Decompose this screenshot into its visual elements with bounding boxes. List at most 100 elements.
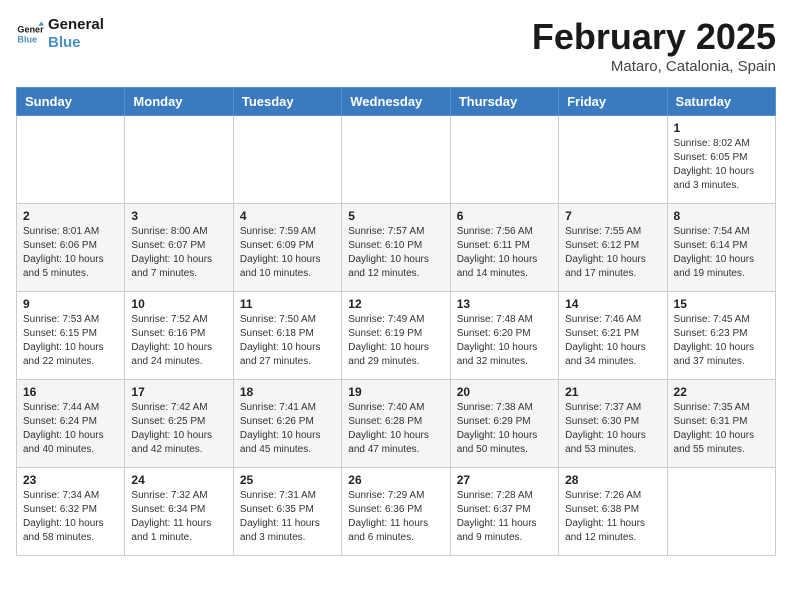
- calendar-header-saturday: Saturday: [667, 88, 775, 116]
- calendar-week-3: 9Sunrise: 7:53 AM Sunset: 6:15 PM Daylig…: [17, 292, 776, 380]
- logo-blue: Blue: [48, 34, 104, 52]
- calendar-cell: 17 Sunrise: 7:42 AM Sunset: 6:25 PM Dayli…: [125, 380, 233, 468]
- day-number: 20: [457, 385, 552, 399]
- day-number: 11: [240, 297, 335, 311]
- calendar-cell: [125, 116, 233, 204]
- day-number: 1: [674, 121, 769, 135]
- calendar-cell: 3 Sunrise: 8:00 AM Sunset: 6:07 PM Daylig…: [125, 204, 233, 292]
- calendar-week-5: 23Sunrise: 7:34 AM Sunset: 6:32 PM Dayli…: [17, 468, 776, 556]
- calendar-cell: 5Sunrise: 7:57 AM Sunset: 6:10 PM Daylig…: [342, 204, 450, 292]
- day-number: 28: [565, 473, 660, 487]
- day-info: Sunrise: 7:48 AM Sunset: 6:20 PM Dayligh…: [457, 313, 552, 369]
- day-info: Sunrise: 7:37 AM Sunset: 6:30 PM Dayligh…: [565, 401, 660, 457]
- calendar-week-2: 2 Sunrise: 8:01 AM Sunset: 6:06 PM Daylig…: [17, 204, 776, 292]
- title-block: February 2025 Mataro, Catalonia, Spain: [532, 16, 776, 75]
- calendar-cell: 7 Sunrise: 7:55 AM Sunset: 6:12 PM Daylig…: [559, 204, 667, 292]
- day-info: Sunrise: 7:42 AM Sunset: 6:25 PM Dayligh…: [131, 401, 226, 457]
- calendar-cell: 15 Sunrise: 7:45 AM Sunset: 6:23 PM Dayli…: [667, 292, 775, 380]
- day-info: Sunrise: 7:46 AM Sunset: 6:21 PM Dayligh…: [565, 313, 660, 369]
- calendar-cell: [450, 116, 558, 204]
- day-info: Sunrise: 7:50 AM Sunset: 6:18 PM Dayligh…: [240, 313, 335, 369]
- day-number: 26: [348, 473, 443, 487]
- calendar-cell: 20 Sunrise: 7:38 AM Sunset: 6:29 PM Dayli…: [450, 380, 558, 468]
- day-info: Sunrise: 8:00 AM Sunset: 6:07 PM Dayligh…: [131, 225, 226, 281]
- logo: General Blue General Blue: [16, 16, 104, 52]
- day-info: Sunrise: 7:44 AM Sunset: 6:24 PM Dayligh…: [23, 401, 118, 457]
- location: Mataro, Catalonia, Spain: [532, 58, 776, 75]
- day-info: Sunrise: 7:59 AM Sunset: 6:09 PM Dayligh…: [240, 225, 335, 281]
- calendar-week-4: 16Sunrise: 7:44 AM Sunset: 6:24 PM Dayli…: [17, 380, 776, 468]
- calendar-cell: 24 Sunrise: 7:32 AM Sunset: 6:34 PM Dayli…: [125, 468, 233, 556]
- day-number: 19: [348, 385, 443, 399]
- calendar-header-tuesday: Tuesday: [233, 88, 341, 116]
- day-info: Sunrise: 7:54 AM Sunset: 6:14 PM Dayligh…: [674, 225, 769, 281]
- calendar-table: SundayMondayTuesdayWednesdayThursdayFrid…: [16, 87, 776, 556]
- day-number: 10: [131, 297, 226, 311]
- calendar-cell: 11 Sunrise: 7:50 AM Sunset: 6:18 PM Dayli…: [233, 292, 341, 380]
- calendar-cell: [233, 116, 341, 204]
- calendar-cell: 26 Sunrise: 7:29 AM Sunset: 6:36 PM Dayli…: [342, 468, 450, 556]
- day-info: Sunrise: 7:34 AM Sunset: 6:32 PM Dayligh…: [23, 489, 118, 545]
- day-info: Sunrise: 7:35 AM Sunset: 6:31 PM Dayligh…: [674, 401, 769, 457]
- day-info: Sunrise: 7:45 AM Sunset: 6:23 PM Dayligh…: [674, 313, 769, 369]
- calendar-cell: 4 Sunrise: 7:59 AM Sunset: 6:09 PM Daylig…: [233, 204, 341, 292]
- month-title: February 2025: [532, 16, 776, 58]
- calendar-header-thursday: Thursday: [450, 88, 558, 116]
- day-info: Sunrise: 7:28 AM Sunset: 6:37 PM Dayligh…: [457, 489, 552, 545]
- day-number: 13: [457, 297, 552, 311]
- day-info: Sunrise: 7:31 AM Sunset: 6:35 PM Dayligh…: [240, 489, 335, 545]
- calendar-header-wednesday: Wednesday: [342, 88, 450, 116]
- day-number: 14: [565, 297, 660, 311]
- day-number: 21: [565, 385, 660, 399]
- day-info: Sunrise: 7:32 AM Sunset: 6:34 PM Dayligh…: [131, 489, 226, 545]
- day-info: Sunrise: 7:38 AM Sunset: 6:29 PM Dayligh…: [457, 401, 552, 457]
- day-number: 25: [240, 473, 335, 487]
- svg-text:General: General: [17, 25, 44, 35]
- day-number: 7: [565, 209, 660, 223]
- day-number: 18: [240, 385, 335, 399]
- calendar-cell: 1Sunrise: 8:02 AM Sunset: 6:05 PM Daylig…: [667, 116, 775, 204]
- day-number: 6: [457, 209, 552, 223]
- day-info: Sunrise: 7:49 AM Sunset: 6:19 PM Dayligh…: [348, 313, 443, 369]
- calendar-cell: 19 Sunrise: 7:40 AM Sunset: 6:28 PM Dayli…: [342, 380, 450, 468]
- day-info: Sunrise: 7:56 AM Sunset: 6:11 PM Dayligh…: [457, 225, 552, 281]
- day-number: 12: [348, 297, 443, 311]
- day-info: Sunrise: 7:52 AM Sunset: 6:16 PM Dayligh…: [131, 313, 226, 369]
- calendar-cell: 28Sunrise: 7:26 AM Sunset: 6:38 PM Dayli…: [559, 468, 667, 556]
- calendar-header-row: SundayMondayTuesdayWednesdayThursdayFrid…: [17, 88, 776, 116]
- day-info: Sunrise: 7:57 AM Sunset: 6:10 PM Dayligh…: [348, 225, 443, 281]
- logo-general: General: [48, 16, 104, 34]
- calendar-cell: 2 Sunrise: 8:01 AM Sunset: 6:06 PM Daylig…: [17, 204, 125, 292]
- day-info: Sunrise: 7:29 AM Sunset: 6:36 PM Dayligh…: [348, 489, 443, 545]
- calendar-header-sunday: Sunday: [17, 88, 125, 116]
- svg-text:Blue: Blue: [17, 34, 37, 44]
- calendar-cell: [17, 116, 125, 204]
- day-info: Sunrise: 7:40 AM Sunset: 6:28 PM Dayligh…: [348, 401, 443, 457]
- calendar-cell: [667, 468, 775, 556]
- day-number: 8: [674, 209, 769, 223]
- logo-icon: General Blue: [16, 20, 44, 48]
- calendar-cell: 16Sunrise: 7:44 AM Sunset: 6:24 PM Dayli…: [17, 380, 125, 468]
- calendar-cell: 25 Sunrise: 7:31 AM Sunset: 6:35 PM Dayli…: [233, 468, 341, 556]
- day-info: Sunrise: 7:55 AM Sunset: 6:12 PM Dayligh…: [565, 225, 660, 281]
- day-number: 22: [674, 385, 769, 399]
- day-number: 24: [131, 473, 226, 487]
- day-number: 2: [23, 209, 118, 223]
- calendar-cell: 21 Sunrise: 7:37 AM Sunset: 6:30 PM Dayli…: [559, 380, 667, 468]
- calendar-cell: 22 Sunrise: 7:35 AM Sunset: 6:31 PM Dayli…: [667, 380, 775, 468]
- page-header: General Blue General Blue February 2025 …: [16, 16, 776, 75]
- day-info: Sunrise: 7:41 AM Sunset: 6:26 PM Dayligh…: [240, 401, 335, 457]
- day-number: 3: [131, 209, 226, 223]
- day-number: 9: [23, 297, 118, 311]
- calendar-week-1: 1Sunrise: 8:02 AM Sunset: 6:05 PM Daylig…: [17, 116, 776, 204]
- day-number: 17: [131, 385, 226, 399]
- day-number: 15: [674, 297, 769, 311]
- calendar-cell: 12 Sunrise: 7:49 AM Sunset: 6:19 PM Dayli…: [342, 292, 450, 380]
- calendar-header-friday: Friday: [559, 88, 667, 116]
- calendar-cell: 23Sunrise: 7:34 AM Sunset: 6:32 PM Dayli…: [17, 468, 125, 556]
- day-info: Sunrise: 8:01 AM Sunset: 6:06 PM Dayligh…: [23, 225, 118, 281]
- day-number: 4: [240, 209, 335, 223]
- calendar-cell: [559, 116, 667, 204]
- calendar-cell: 9Sunrise: 7:53 AM Sunset: 6:15 PM Daylig…: [17, 292, 125, 380]
- calendar-cell: 18 Sunrise: 7:41 AM Sunset: 6:26 PM Dayli…: [233, 380, 341, 468]
